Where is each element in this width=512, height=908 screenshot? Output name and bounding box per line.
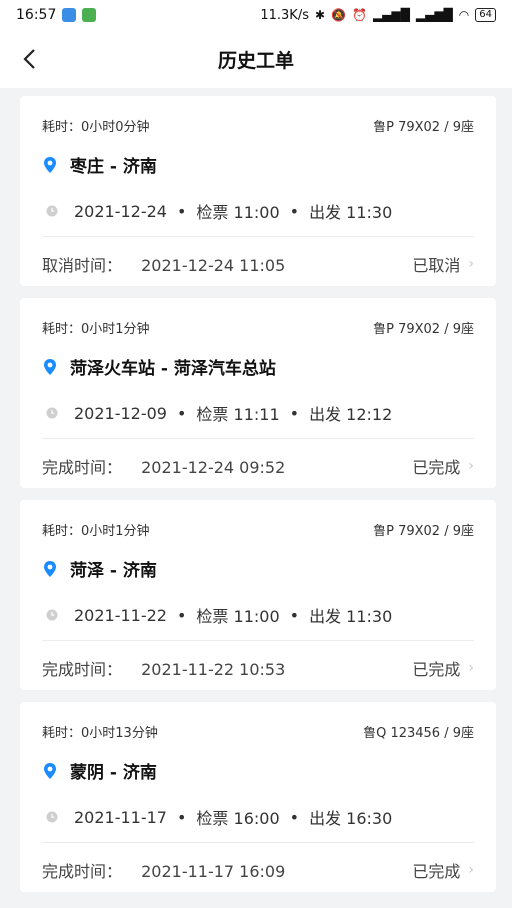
- app-notification-icon: [62, 8, 77, 22]
- status-bar: 16:57 11.3K/s ✱ 🔕 ⏰ ▂▄▆█ ▂▄▆█ ◠ 64: [0, 0, 512, 30]
- vehicle-text: 鲁P 79X02 / 9座: [373, 120, 474, 135]
- wifi-icon: ◠: [458, 8, 470, 22]
- checkin-time: 检票 11:00: [196, 203, 280, 222]
- duration-text: 耗时：0小时1分钟: [42, 322, 150, 337]
- route-text: 菏泽 - 济南: [70, 561, 157, 581]
- page-title: 历史工单: [217, 49, 294, 72]
- battery-icon: 64: [475, 8, 496, 22]
- divider: [42, 438, 474, 439]
- separator-dot: •: [289, 605, 300, 625]
- depart-time: 出发 12:12: [309, 405, 393, 424]
- chevron-right-icon: ›: [468, 660, 474, 676]
- nav-bar: 历史工单: [0, 30, 512, 88]
- order-card[interactable]: 耗时：0小时0分钟 鲁P 79X02 / 9座 枣庄 - 济南 2021-12-…: [20, 96, 496, 286]
- bluetooth-icon: ✱: [314, 8, 326, 22]
- clock-icon: [46, 811, 58, 823]
- separator-dot: •: [289, 807, 300, 827]
- location-pin-icon: [44, 156, 56, 173]
- clock-icon: [46, 205, 58, 217]
- route-text: 枣庄 - 济南: [70, 157, 157, 177]
- time-value: 2021-11-22 10:53: [141, 660, 286, 679]
- location-pin-icon: [44, 358, 56, 375]
- order-list: 耗时：0小时0分钟 鲁P 79X02 / 9座 枣庄 - 济南 2021-12-…: [20, 96, 496, 904]
- chevron-right-icon: ›: [468, 256, 474, 272]
- vehicle-text: 鲁P 79X02 / 9座: [373, 322, 474, 337]
- clock-icon: [46, 407, 58, 419]
- time-value: 2021-12-24 11:05: [141, 256, 286, 275]
- time-label: 完成时间：: [42, 660, 123, 679]
- back-button[interactable]: [14, 44, 44, 74]
- separator-dot: •: [176, 403, 187, 423]
- signal-icon: ▂▄▆█: [372, 8, 410, 22]
- depart-time: 出发 11:30: [309, 607, 393, 626]
- app-notification-icon: [82, 8, 97, 22]
- location-pin-icon: [44, 762, 56, 779]
- trip-date: 2021-11-22: [74, 605, 167, 625]
- time-label: 完成时间：: [42, 862, 123, 881]
- time-value: 2021-12-24 09:52: [141, 458, 286, 477]
- trip-date: 2021-12-24: [74, 201, 167, 221]
- clock-text: 16:57: [16, 7, 57, 23]
- alarm-icon: ⏰: [351, 8, 367, 22]
- duration-text: 耗时：0小时1分钟: [42, 524, 150, 539]
- separator-dot: •: [176, 605, 187, 625]
- depart-time: 出发 16:30: [309, 809, 393, 828]
- separator-dot: •: [176, 201, 187, 221]
- status-text: 已取消: [412, 256, 461, 275]
- chevron-left-icon: [23, 49, 35, 69]
- depart-time: 出发 11:30: [309, 203, 393, 222]
- clock-icon: [46, 609, 58, 621]
- separator-dot: •: [289, 201, 300, 221]
- location-pin-icon: [44, 560, 56, 577]
- checkin-time: 检票 11:00: [196, 607, 280, 626]
- time-value: 2021-11-17 16:09: [141, 862, 286, 881]
- route-text: 菏泽火车站 - 菏泽汽车总站: [70, 359, 276, 379]
- status-text: 已完成: [412, 862, 461, 881]
- trip-date: 2021-11-17: [74, 807, 167, 827]
- route-text: 蒙阴 - 济南: [70, 763, 157, 783]
- time-label: 取消时间：: [42, 256, 123, 275]
- signal-5g-icon: ▂▄▆█: [415, 8, 453, 22]
- divider: [42, 236, 474, 237]
- order-card[interactable]: 耗时：0小时1分钟 鲁P 79X02 / 9座 菏泽 - 济南 2021-11-…: [20, 500, 496, 690]
- order-card[interactable]: 耗时：0小时1分钟 鲁P 79X02 / 9座 菏泽火车站 - 菏泽汽车总站 2…: [20, 298, 496, 488]
- vehicle-text: 鲁P 79X02 / 9座: [373, 524, 474, 539]
- checkin-time: 检票 16:00: [196, 809, 280, 828]
- status-text: 已完成: [412, 660, 461, 679]
- net-speed: 11.3K/s: [260, 7, 309, 23]
- status-text: 已完成: [412, 458, 461, 477]
- separator-dot: •: [289, 403, 300, 423]
- separator-dot: •: [176, 807, 187, 827]
- time-label: 完成时间：: [42, 458, 123, 477]
- divider: [42, 640, 474, 641]
- divider: [42, 842, 474, 843]
- order-card[interactable]: 耗时：0小时13分钟 鲁Q 123456 / 9座 蒙阴 - 济南 2021-1…: [20, 702, 496, 892]
- duration-text: 耗时：0小时13分钟: [42, 726, 158, 741]
- mute-icon: 🔕: [331, 8, 346, 22]
- checkin-time: 检票 11:11: [196, 405, 280, 424]
- trip-date: 2021-12-09: [74, 403, 167, 423]
- vehicle-text: 鲁Q 123456 / 9座: [363, 726, 474, 741]
- chevron-right-icon: ›: [468, 458, 474, 474]
- chevron-right-icon: ›: [468, 862, 474, 878]
- duration-text: 耗时：0小时0分钟: [42, 120, 150, 135]
